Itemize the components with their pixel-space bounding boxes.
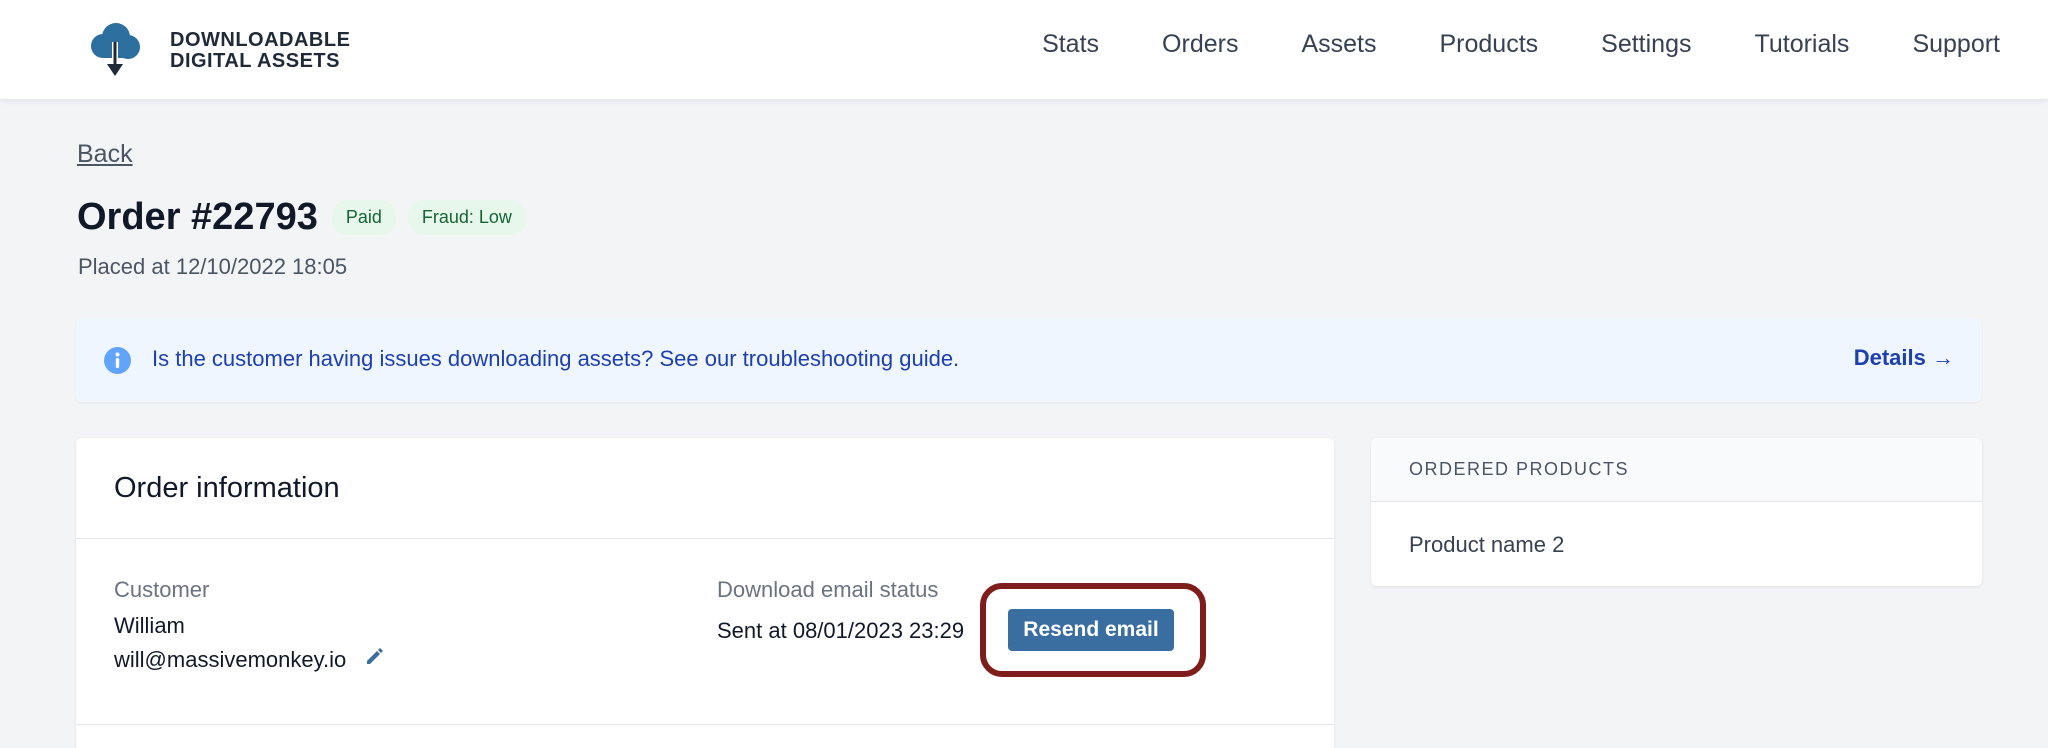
download-email-status-value: Sent at 08/01/2023 23:29 <box>717 618 965 643</box>
order-placed-date: Placed at 12/10/2022 18:05 <box>78 254 348 279</box>
pencil-icon[interactable] <box>364 645 386 667</box>
ordered-products-header: ORDERED PRODUCTS <box>1371 438 1982 502</box>
resend-email-highlight: Resend email <box>980 583 1206 677</box>
main-nav: Stats Orders Assets Products Settings Tu… <box>1042 30 2000 59</box>
customer-email: will@massivemonkey.io <box>114 647 347 672</box>
cloud-download-icon <box>91 23 140 76</box>
page-title: Order #22793 <box>77 196 318 238</box>
nav-item-assets[interactable]: Assets <box>1301 30 1376 59</box>
brand-logo[interactable]: DOWNLOADABLE DIGITAL ASSETS <box>88 22 350 80</box>
alert-details-link[interactable]: Details → <box>1854 345 1954 371</box>
brand-name-line2: DIGITAL ASSETS <box>170 50 340 72</box>
customer-name: William <box>114 613 185 638</box>
ordered-product-item[interactable]: Product name 2 <box>1409 532 1564 558</box>
order-title-row: Order #22793 Paid Fraud: Low <box>77 196 526 239</box>
resend-email-button[interactable]: Resend email <box>1008 609 1174 651</box>
customer-label: Customer <box>114 577 210 602</box>
troubleshooting-alert: Is the customer having issues downloadin… <box>76 318 1982 402</box>
nav-item-products[interactable]: Products <box>1439 30 1538 59</box>
brand-name-line1: DOWNLOADABLE <box>170 29 351 51</box>
download-email-status-label: Download email status <box>717 577 939 602</box>
top-navigation-bar: DOWNLOADABLE DIGITAL ASSETS Stats Orders… <box>0 0 2048 100</box>
ordered-products-title: ORDERED PRODUCTS <box>1409 459 1630 479</box>
info-icon <box>104 347 131 374</box>
nav-item-support[interactable]: Support <box>1912 30 2000 59</box>
nav-item-orders[interactable]: Orders <box>1162 30 1238 59</box>
ordered-products-card: ORDERED PRODUCTS Product name 2 <box>1371 438 1982 586</box>
brand-name: DOWNLOADABLE DIGITAL ASSETS <box>170 30 350 72</box>
nav-item-stats[interactable]: Stats <box>1042 30 1099 59</box>
nav-item-settings[interactable]: Settings <box>1601 30 1691 59</box>
card-title: Order information <box>114 472 340 504</box>
status-badge-fraud: Fraud: Low <box>407 200 526 235</box>
nav-item-tutorials[interactable]: Tutorials <box>1755 30 1850 59</box>
status-badge-paid: Paid <box>331 200 396 235</box>
card-header: Order information <box>76 438 1334 539</box>
back-link[interactable]: Back <box>77 140 133 169</box>
alert-message: Is the customer having issues downloadin… <box>152 346 960 371</box>
